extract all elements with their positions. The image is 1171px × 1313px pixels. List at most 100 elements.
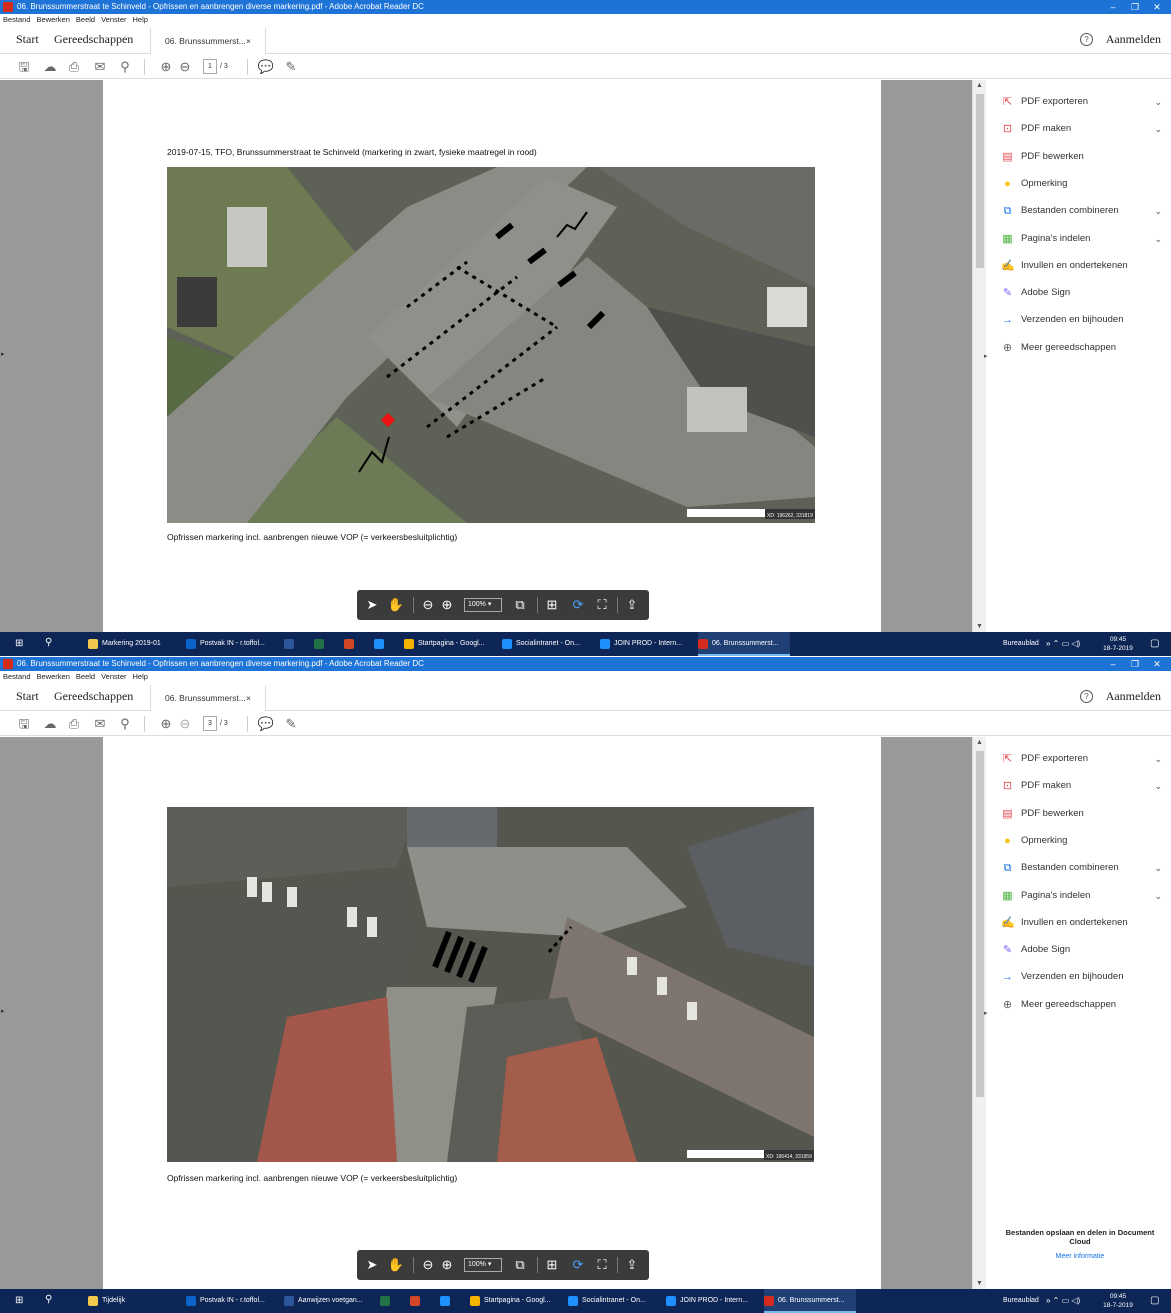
tab-start[interactable]: Start	[16, 32, 39, 47]
taskbar-app[interactable]	[440, 1289, 464, 1313]
zoom-in-icon[interactable]: ⊕	[438, 596, 456, 614]
save-icon[interactable]: 🖫	[15, 715, 33, 733]
taskbar-app[interactable]: Postvak IN - r.toffol...	[186, 1289, 278, 1313]
taskbar-app[interactable]: JOIN PROD - Intern...	[600, 632, 692, 656]
collapse-pane-icon[interactable]: ▸	[984, 352, 988, 360]
fit-page-icon[interactable]: ⊞	[543, 596, 561, 614]
taskbar-app[interactable]	[374, 632, 398, 656]
help-icon[interactable]: ?	[1080, 690, 1093, 703]
hand-tool-icon[interactable]: ✋	[387, 1256, 405, 1274]
upload-icon[interactable]: ☁	[41, 58, 59, 76]
tool-combine-files[interactable]: ⧉ Bestanden combineren ⌄	[1001, 201, 1166, 221]
page-view-icon[interactable]: ⧉	[511, 596, 529, 614]
menu-help[interactable]: Help	[133, 15, 148, 24]
taskbar-app[interactable]: Tijdelijk	[88, 1289, 180, 1313]
expand-left-panel-icon[interactable]: ▸	[1, 1007, 5, 1015]
tab-close-icon[interactable]: ×	[246, 28, 251, 54]
page-up-icon[interactable]: ⊕	[157, 58, 175, 76]
taskbar-app[interactable]	[410, 1289, 434, 1313]
taskbar-app[interactable]	[314, 632, 338, 656]
chevron-down-icon[interactable]: ⌄	[1154, 229, 1162, 249]
tab-tools[interactable]: Gereedschappen	[54, 32, 133, 47]
page-up-icon[interactable]: ⊕	[157, 715, 175, 733]
tool-combine-files[interactable]: ⧉ Bestanden combineren ⌄	[1001, 858, 1166, 878]
menu-bestand[interactable]: Bestand	[3, 672, 31, 681]
chevron-down-icon[interactable]: ⌄	[1154, 749, 1162, 769]
menu-help[interactable]: Help	[133, 672, 148, 681]
clock[interactable]: 09:45 18-7-2019	[1098, 635, 1138, 653]
scroll-down-icon[interactable]: ▼	[976, 623, 983, 630]
taskbar-app[interactable]	[284, 632, 308, 656]
notification-icon[interactable]: ▢	[1150, 1289, 1159, 1313]
tool-more-tools[interactable]: ⊕ Meer gereedschappen	[1001, 995, 1166, 1015]
system-tray-icons[interactable]: » ⌃ ▭ ◁)	[1046, 1289, 1080, 1313]
page-down-icon[interactable]: ⊖	[176, 715, 194, 733]
scroll-up-icon[interactable]: ▲	[976, 82, 983, 89]
login-button[interactable]: Aanmelden	[1106, 32, 1161, 47]
share-icon[interactable]: ⇪	[623, 1256, 641, 1274]
tool-fill-sign[interactable]: ✍ Invullen en ondertekenen	[1001, 256, 1166, 276]
chevron-down-icon[interactable]: ⌄	[1154, 119, 1162, 139]
system-tray-icons[interactable]: » ⌃ ▭ ◁)	[1046, 632, 1080, 656]
restore-button[interactable]: ❐	[1125, 0, 1145, 14]
chevron-down-icon[interactable]: ⌄	[1154, 776, 1162, 796]
clock[interactable]: 09:45 18-7-2019	[1098, 1292, 1138, 1310]
comment-icon[interactable]: 💬	[257, 58, 275, 76]
search-icon[interactable]: ⚲	[45, 1295, 52, 1305]
taskbar-app[interactable]: Startpagina - Googl...	[470, 1289, 562, 1313]
zoom-select[interactable]: 100% ▾	[464, 1258, 502, 1272]
page-view-icon[interactable]: ⧉	[511, 1256, 529, 1274]
tool-export-pdf[interactable]: ⇱ PDF exporteren ⌄	[1001, 92, 1166, 112]
tool-comment[interactable]: ● Opmerking	[1001, 174, 1166, 194]
print-icon[interactable]: ⎙	[65, 58, 83, 76]
search-icon[interactable]: ⚲	[116, 715, 134, 733]
taskbar-app[interactable]: 06. Brunssummerst...	[764, 1289, 856, 1313]
upload-icon[interactable]: ☁	[41, 715, 59, 733]
tab-close-icon[interactable]: ×	[246, 685, 251, 711]
close-window-button[interactable]: ✕	[1147, 657, 1167, 671]
rotate-icon[interactable]: ⟳	[569, 596, 587, 614]
chevron-down-icon[interactable]: ⌄	[1154, 858, 1162, 878]
menu-venster[interactable]: Venster	[101, 15, 126, 24]
chevron-down-icon[interactable]: ⌄	[1154, 886, 1162, 906]
restore-button[interactable]: ❐	[1125, 657, 1145, 671]
taskbar-app[interactable]	[344, 632, 368, 656]
zoom-out-icon[interactable]: ⊖	[419, 1256, 437, 1274]
menu-venster[interactable]: Venster	[101, 672, 126, 681]
taskbar-app[interactable]: JOIN PROD - Intern...	[666, 1289, 758, 1313]
page-down-icon[interactable]: ⊖	[176, 58, 194, 76]
tool-more-tools[interactable]: ⊕ Meer gereedschappen	[1001, 338, 1166, 358]
scroll-thumb[interactable]	[976, 94, 984, 268]
chevron-down-icon[interactable]: ⌄	[1154, 92, 1162, 112]
taskbar-app[interactable]: Socialintranet - On...	[568, 1289, 660, 1313]
expand-left-panel-icon[interactable]: ▸	[1, 350, 5, 358]
scroll-up-icon[interactable]: ▲	[976, 739, 983, 746]
tool-organize-pages[interactable]: ▦ Pagina's indelen ⌄	[1001, 886, 1166, 906]
taskbar-app[interactable]: 06. Brunssummerst...	[698, 632, 790, 656]
menu-beeld[interactable]: Beeld	[76, 15, 95, 24]
tool-fill-sign[interactable]: ✍ Invullen en ondertekenen	[1001, 913, 1166, 933]
login-button[interactable]: Aanmelden	[1106, 689, 1161, 704]
tool-adobe-sign[interactable]: ✎ Adobe Sign	[1001, 283, 1166, 303]
tool-edit-pdf[interactable]: ▤ PDF bewerken	[1001, 804, 1166, 824]
taskbar-app[interactable]: Markering 2019-01	[88, 632, 180, 656]
share-icon[interactable]: ⇪	[623, 596, 641, 614]
tab-document[interactable]: 06. Brunssummerst... ×	[150, 28, 266, 54]
save-icon[interactable]: 🖫	[15, 58, 33, 76]
tool-organize-pages[interactable]: ▦ Pagina's indelen ⌄	[1001, 229, 1166, 249]
search-icon[interactable]: ⚲	[45, 638, 52, 648]
tab-start[interactable]: Start	[16, 689, 39, 704]
minimize-button[interactable]: –	[1103, 0, 1123, 14]
search-icon[interactable]: ⚲	[116, 58, 134, 76]
close-window-button[interactable]: ✕	[1147, 0, 1167, 14]
scroll-thumb[interactable]	[976, 751, 984, 1097]
tab-tools[interactable]: Gereedschappen	[54, 689, 133, 704]
select-arrow-icon[interactable]: ➤	[363, 596, 381, 614]
tab-document[interactable]: 06. Brunssummerst... ×	[150, 685, 266, 711]
fullscreen-icon[interactable]: ⛶	[593, 596, 611, 614]
tool-send-track[interactable]: → Verzenden en bijhouden	[1001, 310, 1166, 330]
page-number-input[interactable]: 1	[203, 59, 217, 74]
tool-comment[interactable]: ● Opmerking	[1001, 831, 1166, 851]
zoom-out-icon[interactable]: ⊖	[419, 596, 437, 614]
tool-adobe-sign[interactable]: ✎ Adobe Sign	[1001, 940, 1166, 960]
